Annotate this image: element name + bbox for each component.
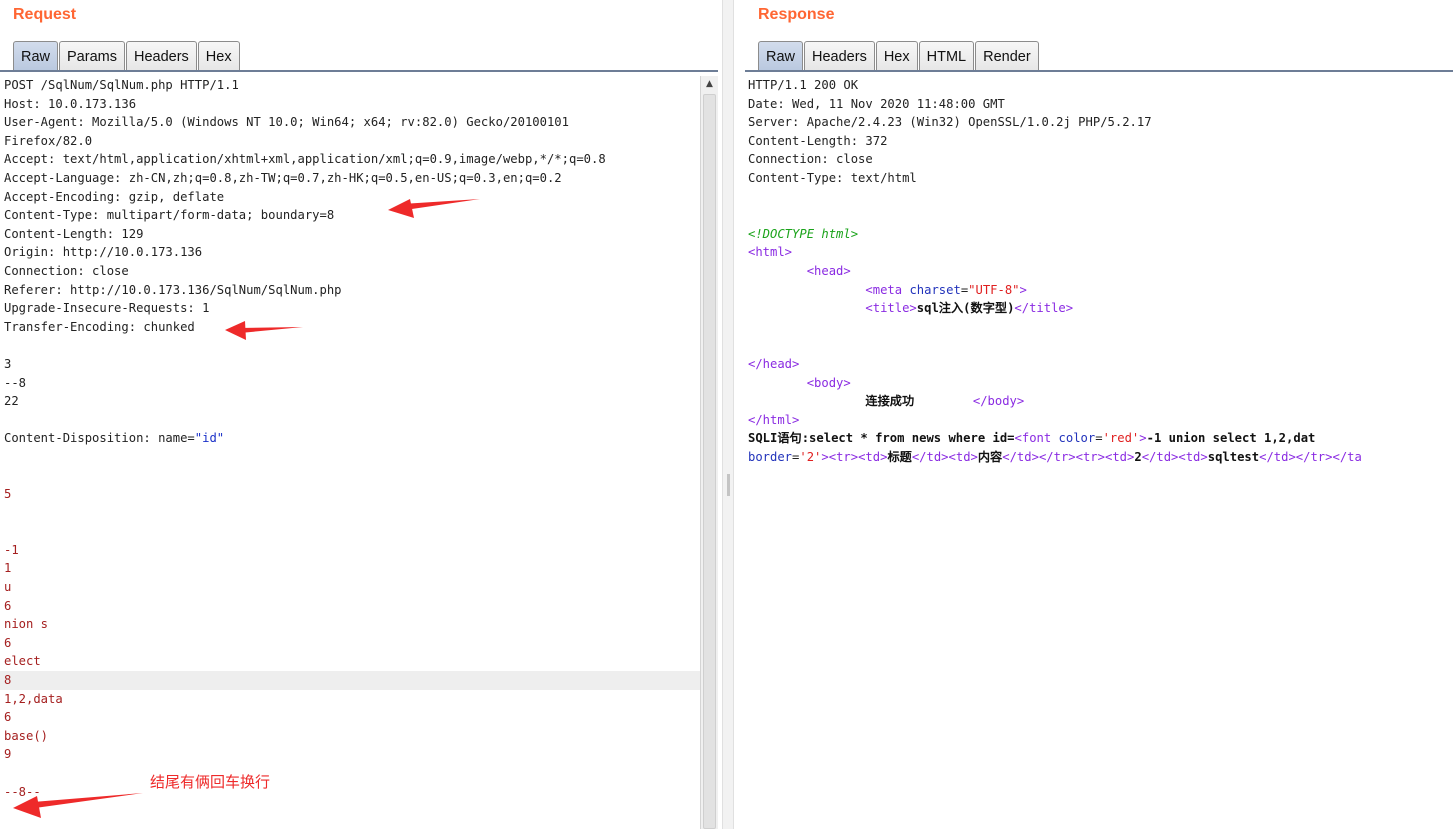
color-value: 'red' (1102, 431, 1140, 446)
pane-splitter[interactable] (722, 0, 734, 829)
sqli-statement-line: SQLI语句:select * from news where id=<font… (748, 431, 1316, 446)
response-tab-render[interactable]: Render (975, 41, 1039, 71)
response-tab-underline (745, 70, 1453, 72)
td-content-text: 内容 (977, 449, 1003, 464)
charset-attr: charset (909, 282, 961, 297)
doctype-text: <!DOCTYPE html> (748, 226, 859, 241)
head-close-line: </head> (744, 355, 1453, 374)
border-value: '2' (799, 449, 822, 464)
response-pane-title: Response (758, 6, 835, 23)
td-close-tag: </td> (1141, 449, 1179, 464)
response-tab-bar: Raw Headers Hex HTML Render (758, 40, 1040, 71)
sqli-prefix: SQLI语句:select * from news where id= (748, 431, 1015, 446)
annotation-note: 结尾有俩回车换行 (150, 773, 271, 791)
body-text-line: 连接成功 </body> (744, 392, 1453, 411)
tr-open-tag: <tr> (828, 449, 859, 464)
arrow-icon-ending (13, 793, 143, 818)
meta-line: <meta charset="UTF-8"> (865, 282, 1027, 297)
body-open-tag: <body> (806, 375, 851, 390)
response-tab-raw[interactable]: Raw (758, 41, 804, 71)
body-text: 连接成功 (865, 394, 915, 409)
color-attr: color (1058, 431, 1096, 446)
td-open-tag: <td> (1178, 449, 1208, 464)
arrow-icon-content-type (388, 199, 480, 218)
meta-open-tag: <meta (865, 282, 903, 297)
response-tab-headers[interactable]: Headers (804, 41, 875, 71)
doctype-line: <!DOCTYPE html> (744, 225, 1453, 244)
td-close-tag: </td> (1002, 449, 1039, 464)
td-open-tag: <td> (858, 449, 888, 464)
font-tag-end: > (1139, 431, 1147, 446)
response-header-line: Server: Apache/2.4.23 (Win32) OpenSSL/1.… (748, 115, 1152, 130)
table-tag-end: > (821, 449, 829, 464)
splitter-grip-icon (727, 474, 730, 496)
response-header-line: Date: Wed, 11 Nov 2020 11:48:00 GMT (748, 96, 1005, 111)
td-close-tag: </td> (911, 449, 949, 464)
title-open-tag: <title> (865, 301, 917, 316)
charset-value: "UTF-8" (968, 282, 1020, 297)
body-open-line: <body> (744, 374, 1453, 393)
head-open-tag: <head> (806, 263, 851, 278)
head-open-line: <head> (744, 262, 1453, 281)
title-line: <title>sql注入(数字型)</title> (744, 299, 1453, 318)
html-close-line: </html> (744, 411, 1453, 430)
td-open-tag: <td> (1104, 449, 1135, 464)
response-header-line: Content-Length: 372 (748, 133, 888, 148)
body-close-tag: </body> (972, 394, 1025, 409)
head-close-tag: </head> (748, 356, 800, 371)
html-close-tag: </html> (748, 412, 800, 427)
tr-open-tag: <tr> (1075, 449, 1105, 464)
table-line: border='2'><tr><td>标题</td><td>内容</td></t… (748, 449, 1362, 464)
annotation-arrows (13, 199, 480, 818)
title-close-tag: </title> (1014, 301, 1074, 316)
response-tab-html[interactable]: HTML (918, 41, 975, 71)
arrow-icon-transfer-encoding (225, 321, 303, 340)
response-tab-hex[interactable]: Hex (875, 41, 918, 71)
sqli-rest: -1 union select 1,2,dat (1146, 431, 1316, 446)
border-attr: border (748, 449, 793, 464)
td-open-tag: <td> (948, 449, 978, 464)
tr-close-tag: </tr> (1295, 449, 1333, 464)
response-header-line: HTTP/1.1 200 OK (748, 78, 859, 92)
ta-partial-tag: </ta (1332, 449, 1362, 464)
html-open-tag: <html> (748, 245, 793, 260)
response-header-line: Content-Type: text/html (748, 170, 917, 185)
meta-close-tag: > (1019, 282, 1027, 297)
tr-close-tag: </tr> (1038, 449, 1076, 464)
title-text: sql注入(数字型) (916, 301, 1015, 316)
td-2-text: 2 (1134, 449, 1142, 464)
response-raw-editor[interactable]: HTTP/1.1 200 OK Date: Wed, 11 Nov 2020 1… (744, 76, 1453, 466)
html-open-line: <html> (744, 243, 1453, 262)
td-title-text: 标题 (887, 449, 912, 464)
font-open-tag: <font (1014, 431, 1052, 446)
td-sqltest-text: sqltest (1207, 449, 1260, 464)
response-header-line: Connection: close (748, 152, 873, 167)
td-close-tag: </td> (1259, 449, 1296, 464)
